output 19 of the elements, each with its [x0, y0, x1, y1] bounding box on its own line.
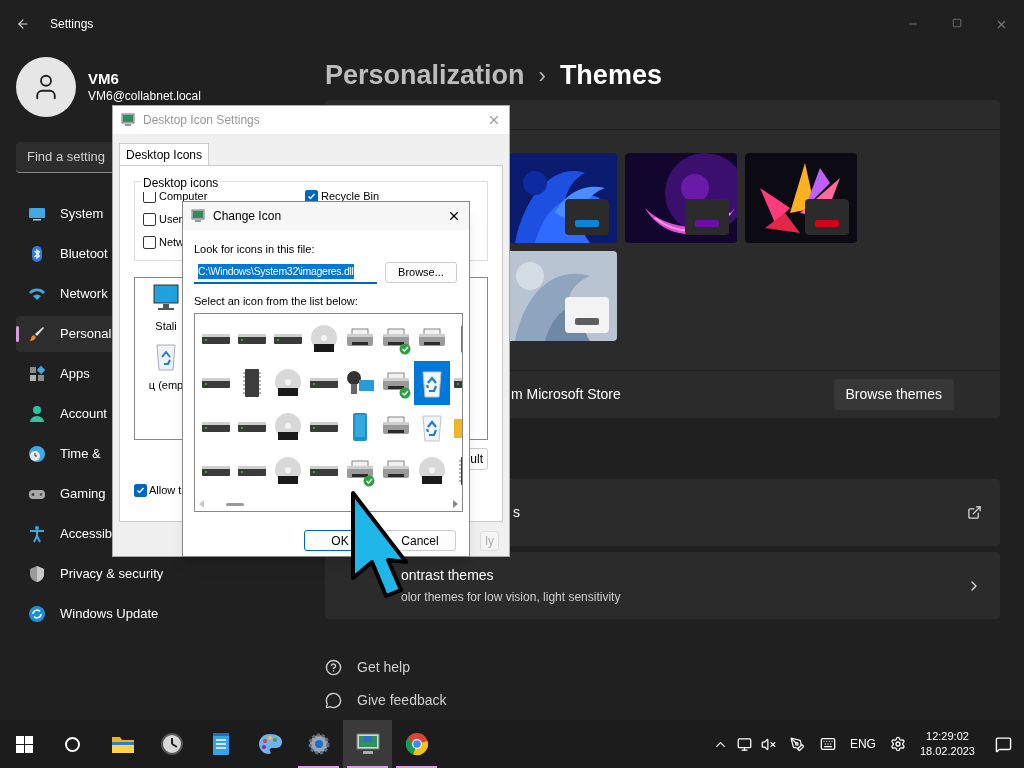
breadcrumb-separator: › [538, 61, 546, 90]
list-label: Select an icon from the list below: [194, 293, 359, 309]
window-title: Change Icon [213, 208, 282, 225]
store-text: m Microsoft Store [511, 385, 621, 404]
icon-label: Stali [155, 319, 177, 334]
checkbox-label: Allow t [149, 483, 182, 498]
user-email: VM6@collabnet.local [88, 88, 201, 104]
checkbox-label: Computer [159, 189, 208, 204]
checkbox-label: Recycle Bin [321, 188, 380, 204]
app-title: Settings [50, 16, 94, 33]
card-title: ontrast themes [401, 566, 495, 585]
card-subtitle: olor themes for low vision, light sensitivity [401, 589, 621, 606]
checkbox-label: User [159, 211, 183, 227]
window-title: Desktop Icon Settings [143, 112, 260, 129]
user-name: VM6 [88, 70, 120, 88]
card-title: s [513, 503, 520, 522]
breadcrumb-current: Themes [559, 58, 662, 92]
file-label: Look for icons in this file: [194, 242, 316, 257]
icon-label: ц (emp [148, 377, 184, 393]
